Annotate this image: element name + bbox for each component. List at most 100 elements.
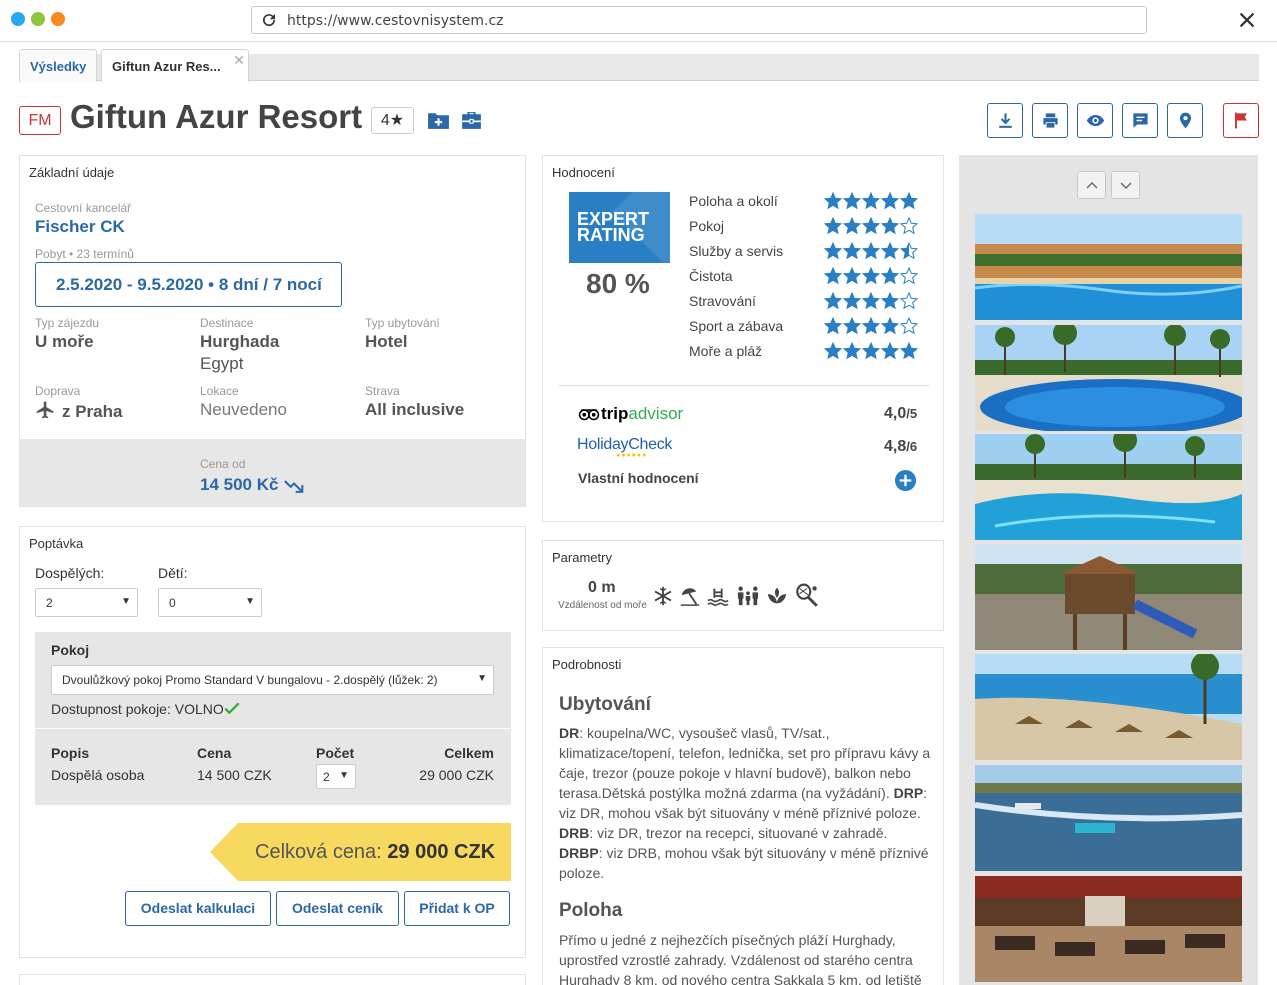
room-select[interactable]: Dvoulůžkový pokoj Promo Standard V bunga… bbox=[51, 665, 494, 695]
agency-link[interactable]: Fischer CK bbox=[35, 217, 125, 237]
total-value: 29 000 CZK bbox=[387, 841, 496, 863]
select-value: Dvoulůžkový pokoj Promo Standard V bunga… bbox=[62, 673, 438, 687]
own-rating-label: Vlastní hodnocení bbox=[578, 470, 699, 486]
add-to-op-button[interactable]: Přidat k OP bbox=[404, 891, 510, 926]
reload-icon[interactable] bbox=[260, 11, 278, 29]
chevron-down-icon: ▼ bbox=[477, 673, 487, 684]
expert-line-2: RATING bbox=[577, 225, 645, 245]
window-dot-blue[interactable] bbox=[11, 12, 25, 26]
folder-add-icon[interactable] bbox=[426, 108, 451, 133]
rating-category-label: Sport a zábava bbox=[689, 318, 784, 334]
count-select[interactable]: 2 ▼ bbox=[316, 764, 356, 789]
rating-category-label: Služby a servis bbox=[689, 243, 784, 259]
star-full-icon bbox=[824, 217, 843, 235]
send-pricelist-button[interactable]: Odeslat ceník bbox=[276, 891, 399, 926]
window-dot-orange[interactable] bbox=[51, 12, 65, 26]
snowflake-icon bbox=[654, 586, 672, 606]
total-price: Celková cena: 29 000 CZK bbox=[255, 841, 495, 864]
url-text: https://www.cestovnisystem.cz bbox=[287, 13, 504, 29]
panel-heading: Základní údaje bbox=[29, 165, 115, 180]
divider bbox=[559, 385, 929, 386]
print-button[interactable] bbox=[1032, 103, 1068, 138]
tripadvisor-owl-icon bbox=[578, 409, 600, 421]
room-code: DRBP bbox=[559, 845, 599, 861]
tab-results[interactable]: Výsledky bbox=[19, 49, 97, 82]
star-full-icon bbox=[861, 317, 881, 335]
location-text: Přímo u jedné z nejhezčích písečných plá… bbox=[559, 932, 922, 985]
close-icon[interactable] bbox=[1236, 9, 1258, 31]
star-full-icon bbox=[880, 342, 900, 360]
star-full-icon bbox=[824, 317, 843, 335]
location: Neuvedeno bbox=[200, 400, 287, 419]
rating-panel: Hodnocení EXPERT RATING 80 % Poloha a ok… bbox=[542, 155, 944, 522]
star-full-icon bbox=[880, 217, 900, 235]
rating-stars bbox=[824, 192, 919, 210]
report-button[interactable] bbox=[1223, 103, 1259, 138]
window-dot-green[interactable] bbox=[31, 12, 45, 26]
sea-distance-label: Vzdálenost od moře bbox=[558, 600, 647, 611]
browser-chrome: https://www.cestovnisystem.cz bbox=[0, 0, 1277, 42]
gallery-up-button[interactable] bbox=[1077, 171, 1106, 199]
children-select[interactable]: 0 ▼ bbox=[158, 588, 262, 617]
hotel-stars-badge: 4★ bbox=[371, 107, 414, 134]
photo-lagoon-pool[interactable] bbox=[975, 434, 1242, 540]
print-icon bbox=[1043, 113, 1058, 128]
send-calculation-button[interactable]: Odeslat kalkulaci bbox=[125, 891, 271, 926]
rating-category-label: Poloha a okolí bbox=[689, 193, 778, 209]
preview-button[interactable] bbox=[1077, 103, 1113, 138]
divider bbox=[35, 728, 511, 729]
agency-label: Cestovní kancelář bbox=[35, 201, 132, 215]
panel-heading: Podrobnosti bbox=[552, 657, 622, 672]
chevron-up-icon bbox=[1086, 182, 1098, 189]
trip-type-label: Typ zájezdu bbox=[35, 316, 100, 330]
beach-umbrella-icon bbox=[680, 588, 700, 606]
photo-lobby[interactable] bbox=[975, 876, 1242, 982]
tab-hotel[interactable]: Giftun Azur Res... ✕ bbox=[101, 49, 249, 82]
star-full-icon bbox=[880, 192, 900, 210]
accommodation-type: Hotel bbox=[365, 332, 408, 351]
address-bar[interactable]: https://www.cestovnisystem.cz bbox=[251, 6, 1147, 34]
tab-close-icon[interactable]: ✕ bbox=[233, 52, 245, 69]
destination-country: Egypt bbox=[200, 354, 244, 373]
map-button[interactable] bbox=[1167, 103, 1203, 138]
map-pin-icon bbox=[1179, 112, 1192, 129]
accommodation-heading: Ubytování bbox=[559, 694, 651, 715]
gallery-down-button[interactable] bbox=[1111, 171, 1140, 199]
photo-beach[interactable] bbox=[975, 654, 1242, 760]
star-full-icon bbox=[842, 192, 862, 210]
flag-icon bbox=[1235, 112, 1248, 129]
adults-label: Dospělých: bbox=[35, 565, 105, 581]
chevron-down-icon bbox=[1120, 182, 1132, 189]
location-label: Lokace bbox=[200, 384, 239, 398]
transport: z Praha bbox=[62, 402, 123, 421]
accommodation-label: Typ ubytování bbox=[365, 316, 440, 330]
rating-stars bbox=[824, 242, 919, 260]
photo-sea-boats[interactable] bbox=[975, 765, 1242, 871]
star-full-icon bbox=[824, 292, 843, 310]
score-value: 4,8 bbox=[884, 438, 907, 455]
add-rating-button[interactable] bbox=[894, 469, 917, 492]
trend-down-icon bbox=[284, 480, 304, 493]
star-full-icon bbox=[842, 317, 862, 335]
room-code: DR bbox=[559, 725, 580, 741]
notes-button[interactable] bbox=[1122, 103, 1158, 138]
price-from[interactable]: 14 500 Kč bbox=[200, 475, 278, 495]
score-value: 4,0 bbox=[884, 405, 907, 422]
star-full-icon bbox=[899, 192, 919, 210]
tennis-icon bbox=[796, 583, 818, 607]
holidaycheck-dots: ●●●●●● bbox=[616, 452, 648, 459]
date-selector[interactable]: 2.5.2020 - 9.5.2020 • 8 dní / 7 nocí bbox=[35, 262, 342, 307]
photo-resort-pool[interactable] bbox=[975, 214, 1242, 320]
rating-category-label: Moře a pláž bbox=[689, 343, 763, 359]
star-half-icon bbox=[899, 242, 919, 260]
adults-select[interactable]: 2 ▼ bbox=[35, 588, 138, 617]
details-panel: Podrobnosti Ubytování DR: koupelna/WC, v… bbox=[542, 647, 944, 985]
photo-round-pool[interactable] bbox=[975, 325, 1242, 431]
download-icon bbox=[999, 113, 1012, 128]
photo-playground[interactable] bbox=[975, 544, 1242, 650]
chevron-down-icon: ▼ bbox=[121, 596, 131, 607]
briefcase-icon[interactable] bbox=[459, 108, 484, 133]
row-price: 14 500 CZK bbox=[197, 767, 272, 783]
star-full-icon bbox=[880, 242, 900, 260]
download-button[interactable] bbox=[987, 103, 1023, 138]
